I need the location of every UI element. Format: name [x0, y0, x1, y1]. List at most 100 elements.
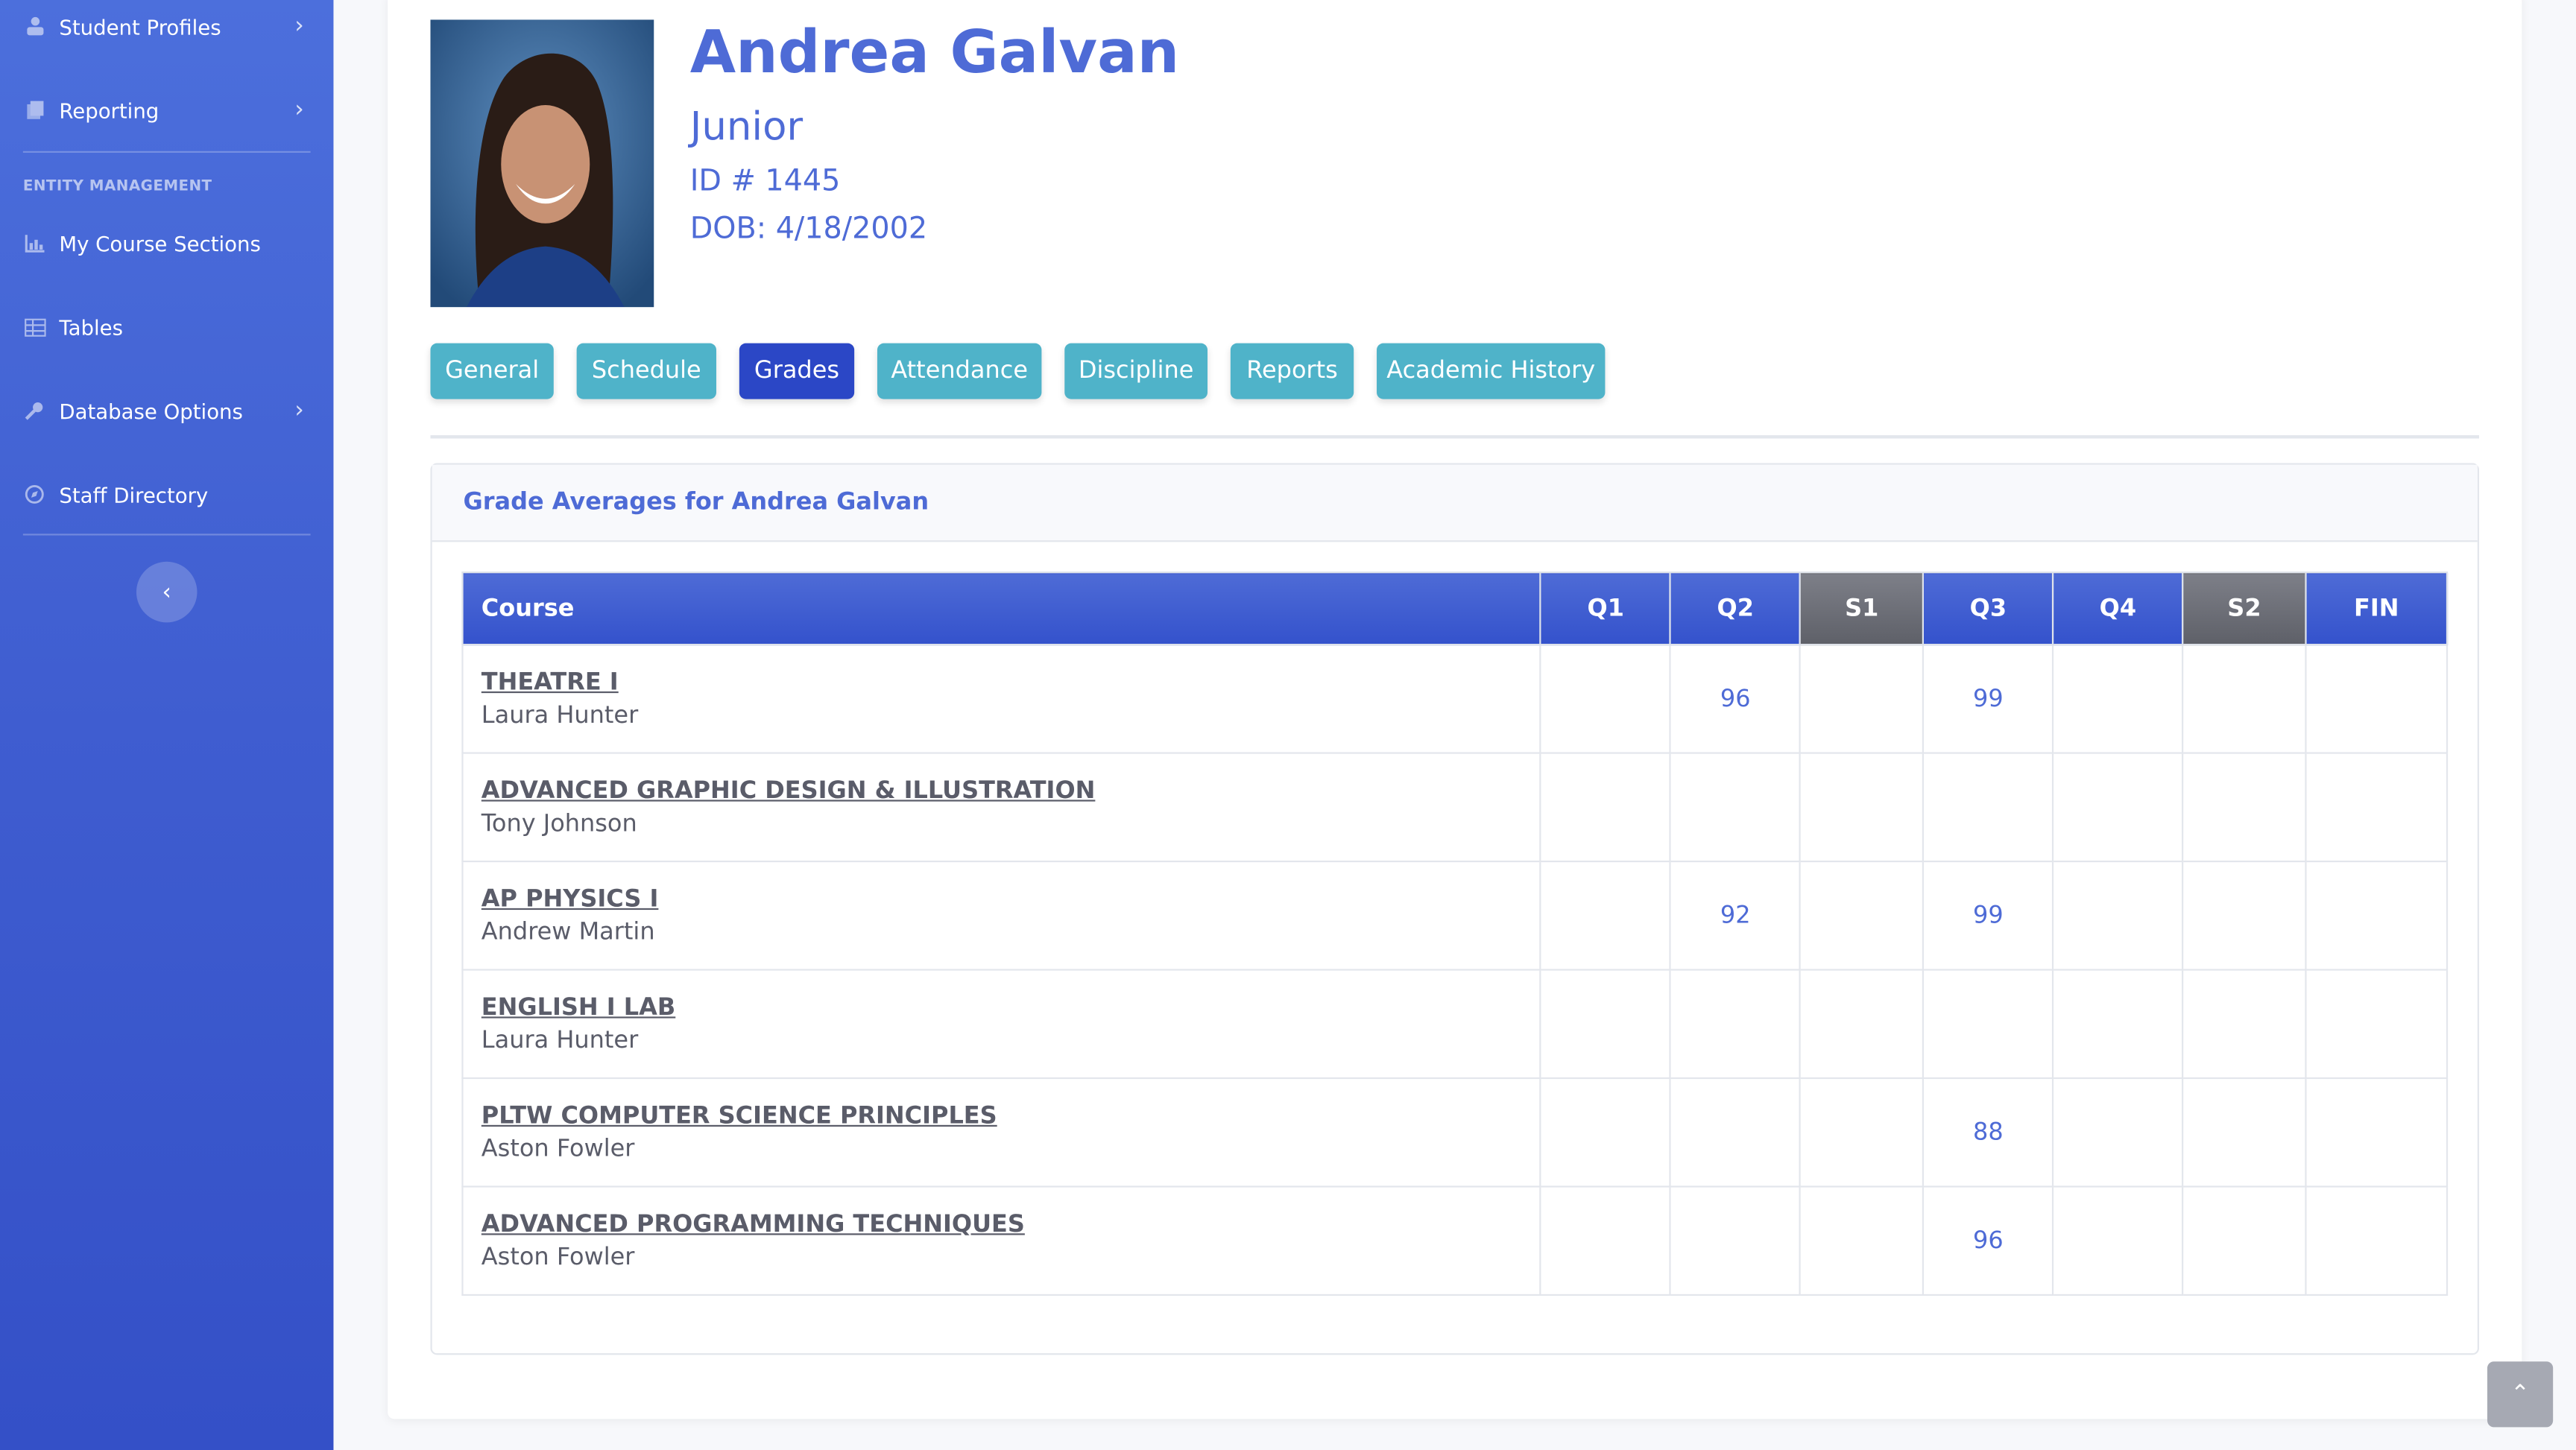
grade-cell-q1	[1540, 969, 1672, 1080]
grade-cell-s1	[1799, 860, 1925, 971]
grade-cell-q3: 96	[1922, 1185, 2054, 1297]
tab-discipline[interactable]: Discipline	[1064, 343, 1208, 399]
sidebar-item-staff-directory[interactable]: Staff Directory	[23, 469, 311, 519]
chevron-right-icon: ›	[294, 13, 304, 39]
grade-cell-s1	[1799, 752, 1925, 863]
course-cell: ADVANCED GRAPHIC DESIGN & ILLUSTRATION To…	[461, 752, 1542, 863]
grade-cell-s1	[1799, 969, 1925, 1080]
sidebar-item-label: Student Profiles	[59, 13, 221, 39]
course-link[interactable]: ADVANCED GRAPHIC DESIGN & ILLUSTRATION	[482, 778, 1540, 804]
column-header-q3: Q3	[1922, 572, 2054, 646]
course-cell: PLTW COMPUTER SCIENCE PRINCIPLES Aston Fo…	[461, 1077, 1542, 1188]
tab-reports[interactable]: Reports	[1230, 343, 1354, 399]
grade-cell-fin	[2305, 644, 2449, 754]
column-header-q2: Q2	[1670, 572, 1802, 646]
grade-cell-q2: 92	[1670, 860, 1802, 971]
grade-cell-fin	[2305, 860, 2449, 971]
teacher-name: Laura Hunter	[481, 702, 639, 729]
grade-cell-q2	[1670, 969, 1802, 1080]
tab-grades[interactable]: Grades	[739, 343, 855, 399]
grade-cell-s1	[1799, 644, 1925, 754]
student-name: Andrea Galvan	[689, 19, 1180, 87]
grade-cell-q3	[1922, 752, 2054, 863]
grade-cell-q4	[2052, 644, 2184, 754]
grade-cell-s1	[1799, 1077, 1925, 1188]
course-cell: ENGLISH I LAB Laura Hunter	[461, 969, 1542, 1080]
grade-cell-q2	[1670, 1077, 1802, 1188]
chevron-up-icon: ⌃	[2510, 1381, 2531, 1408]
teacher-name: Aston Fowler	[481, 1244, 635, 1270]
course-cell: THEATRE I Laura Hunter	[461, 644, 1542, 754]
sidebar-item-my-course-sections[interactable]: My Course Sections	[23, 218, 311, 267]
tab-schedule[interactable]: Schedule	[576, 343, 716, 399]
chart-icon	[23, 232, 46, 255]
grade-cell-q1	[1540, 752, 1672, 863]
grades-table: Course Q1 Q2 S1 Q3 Q4 S2 FIN THEATRE I La…	[461, 572, 2449, 1297]
sidebar-item-reporting[interactable]: Reporting ›	[23, 86, 311, 135]
grade-cell-q4	[2052, 1077, 2184, 1188]
sidebar-item-label: Database Options	[59, 398, 243, 423]
chevron-left-icon: ‹	[162, 578, 171, 606]
grade-cell-q1	[1540, 1077, 1672, 1188]
course-link[interactable]: PLTW COMPUTER SCIENCE PRINCIPLES	[482, 1103, 1540, 1129]
wrench-icon	[23, 399, 46, 422]
chevron-right-icon: ›	[294, 397, 304, 424]
tab-attendance[interactable]: Attendance	[877, 343, 1042, 399]
table-icon	[23, 315, 46, 338]
divider	[430, 435, 2479, 439]
sidebar-item-student-profiles[interactable]: Student Profiles ›	[23, 1, 311, 51]
grade-cell-s2	[2182, 1185, 2307, 1297]
grade-cell-fin	[2305, 969, 2449, 1080]
column-header-course: Course	[461, 572, 1542, 646]
table-row: PLTW COMPUTER SCIENCE PRINCIPLES Aston Fo…	[461, 1077, 2449, 1188]
teacher-name: Andrew Martin	[481, 919, 655, 946]
student-photo	[430, 19, 654, 308]
user-icon	[23, 15, 46, 38]
course-link[interactable]: ADVANCED PROGRAMMING TECHNIQUES	[482, 1212, 1540, 1238]
grade-cell-q3: 88	[1922, 1077, 2054, 1188]
tab-general[interactable]: General	[430, 343, 554, 399]
chevron-right-icon: ›	[294, 97, 304, 124]
course-link[interactable]: THEATRE I	[482, 669, 1540, 695]
sidebar-item-database-options[interactable]: Database Options ›	[23, 386, 311, 435]
sidebar-collapse-button[interactable]: ‹	[136, 561, 198, 623]
grade-cell-fin	[2305, 1185, 2449, 1297]
sidebar-heading: ENTITY MANAGEMENT	[22, 179, 212, 196]
table-row: ADVANCED GRAPHIC DESIGN & ILLUSTRATION To…	[461, 752, 2449, 863]
grade-cell-q4	[2052, 969, 2184, 1080]
course-cell: AP PHYSICS I Andrew Martin	[461, 860, 1542, 971]
scroll-to-top-button[interactable]: ⌃	[2487, 1361, 2554, 1428]
grade-cell-fin	[2305, 1077, 2449, 1188]
column-header-s2: S2	[2182, 572, 2307, 646]
grade-cell-q4	[2052, 860, 2184, 971]
grade-cell-s2	[2182, 752, 2307, 863]
column-header-q4: Q4	[2052, 572, 2184, 646]
grade-cell-q1	[1540, 644, 1672, 754]
grade-cell-q3: 99	[1922, 644, 2054, 754]
grade-cell-q1	[1540, 1185, 1672, 1297]
grade-cell-s2	[2182, 860, 2307, 971]
table-row: AP PHYSICS I Andrew Martin 92 99	[461, 860, 2449, 971]
sidebar-item-label: Staff Directory	[59, 481, 209, 507]
grade-cell-s2	[2182, 1077, 2307, 1188]
grade-cell-q4	[2052, 752, 2184, 863]
teacher-name: Tony Johnson	[481, 810, 637, 837]
grade-cell-q3	[1922, 969, 2054, 1080]
grade-cell-q2: 96	[1670, 644, 1802, 754]
sidebar-item-tables[interactable]: Tables	[23, 303, 311, 352]
student-id: ID # 1445	[689, 164, 841, 199]
sidebar-divider	[22, 534, 311, 536]
sidebar-item-label: My Course Sections	[59, 230, 261, 256]
course-link[interactable]: AP PHYSICS I	[482, 886, 1540, 912]
column-header-q1: Q1	[1540, 572, 1672, 646]
grade-cell-s1	[1799, 1185, 1925, 1297]
student-grade-level: Junior	[689, 103, 804, 150]
grade-cell-s2	[2182, 644, 2307, 754]
sidebar: Student Profiles › Reporting › ENTITY MA…	[0, 0, 334, 1450]
grade-cell-q2	[1670, 752, 1802, 863]
teacher-name: Laura Hunter	[481, 1027, 639, 1054]
tab-academic-history[interactable]: Academic History	[1377, 343, 1606, 399]
grade-cell-q4	[2052, 1185, 2184, 1297]
grade-cell-q2	[1670, 1185, 1802, 1297]
course-link[interactable]: ENGLISH I LAB	[482, 995, 1540, 1021]
